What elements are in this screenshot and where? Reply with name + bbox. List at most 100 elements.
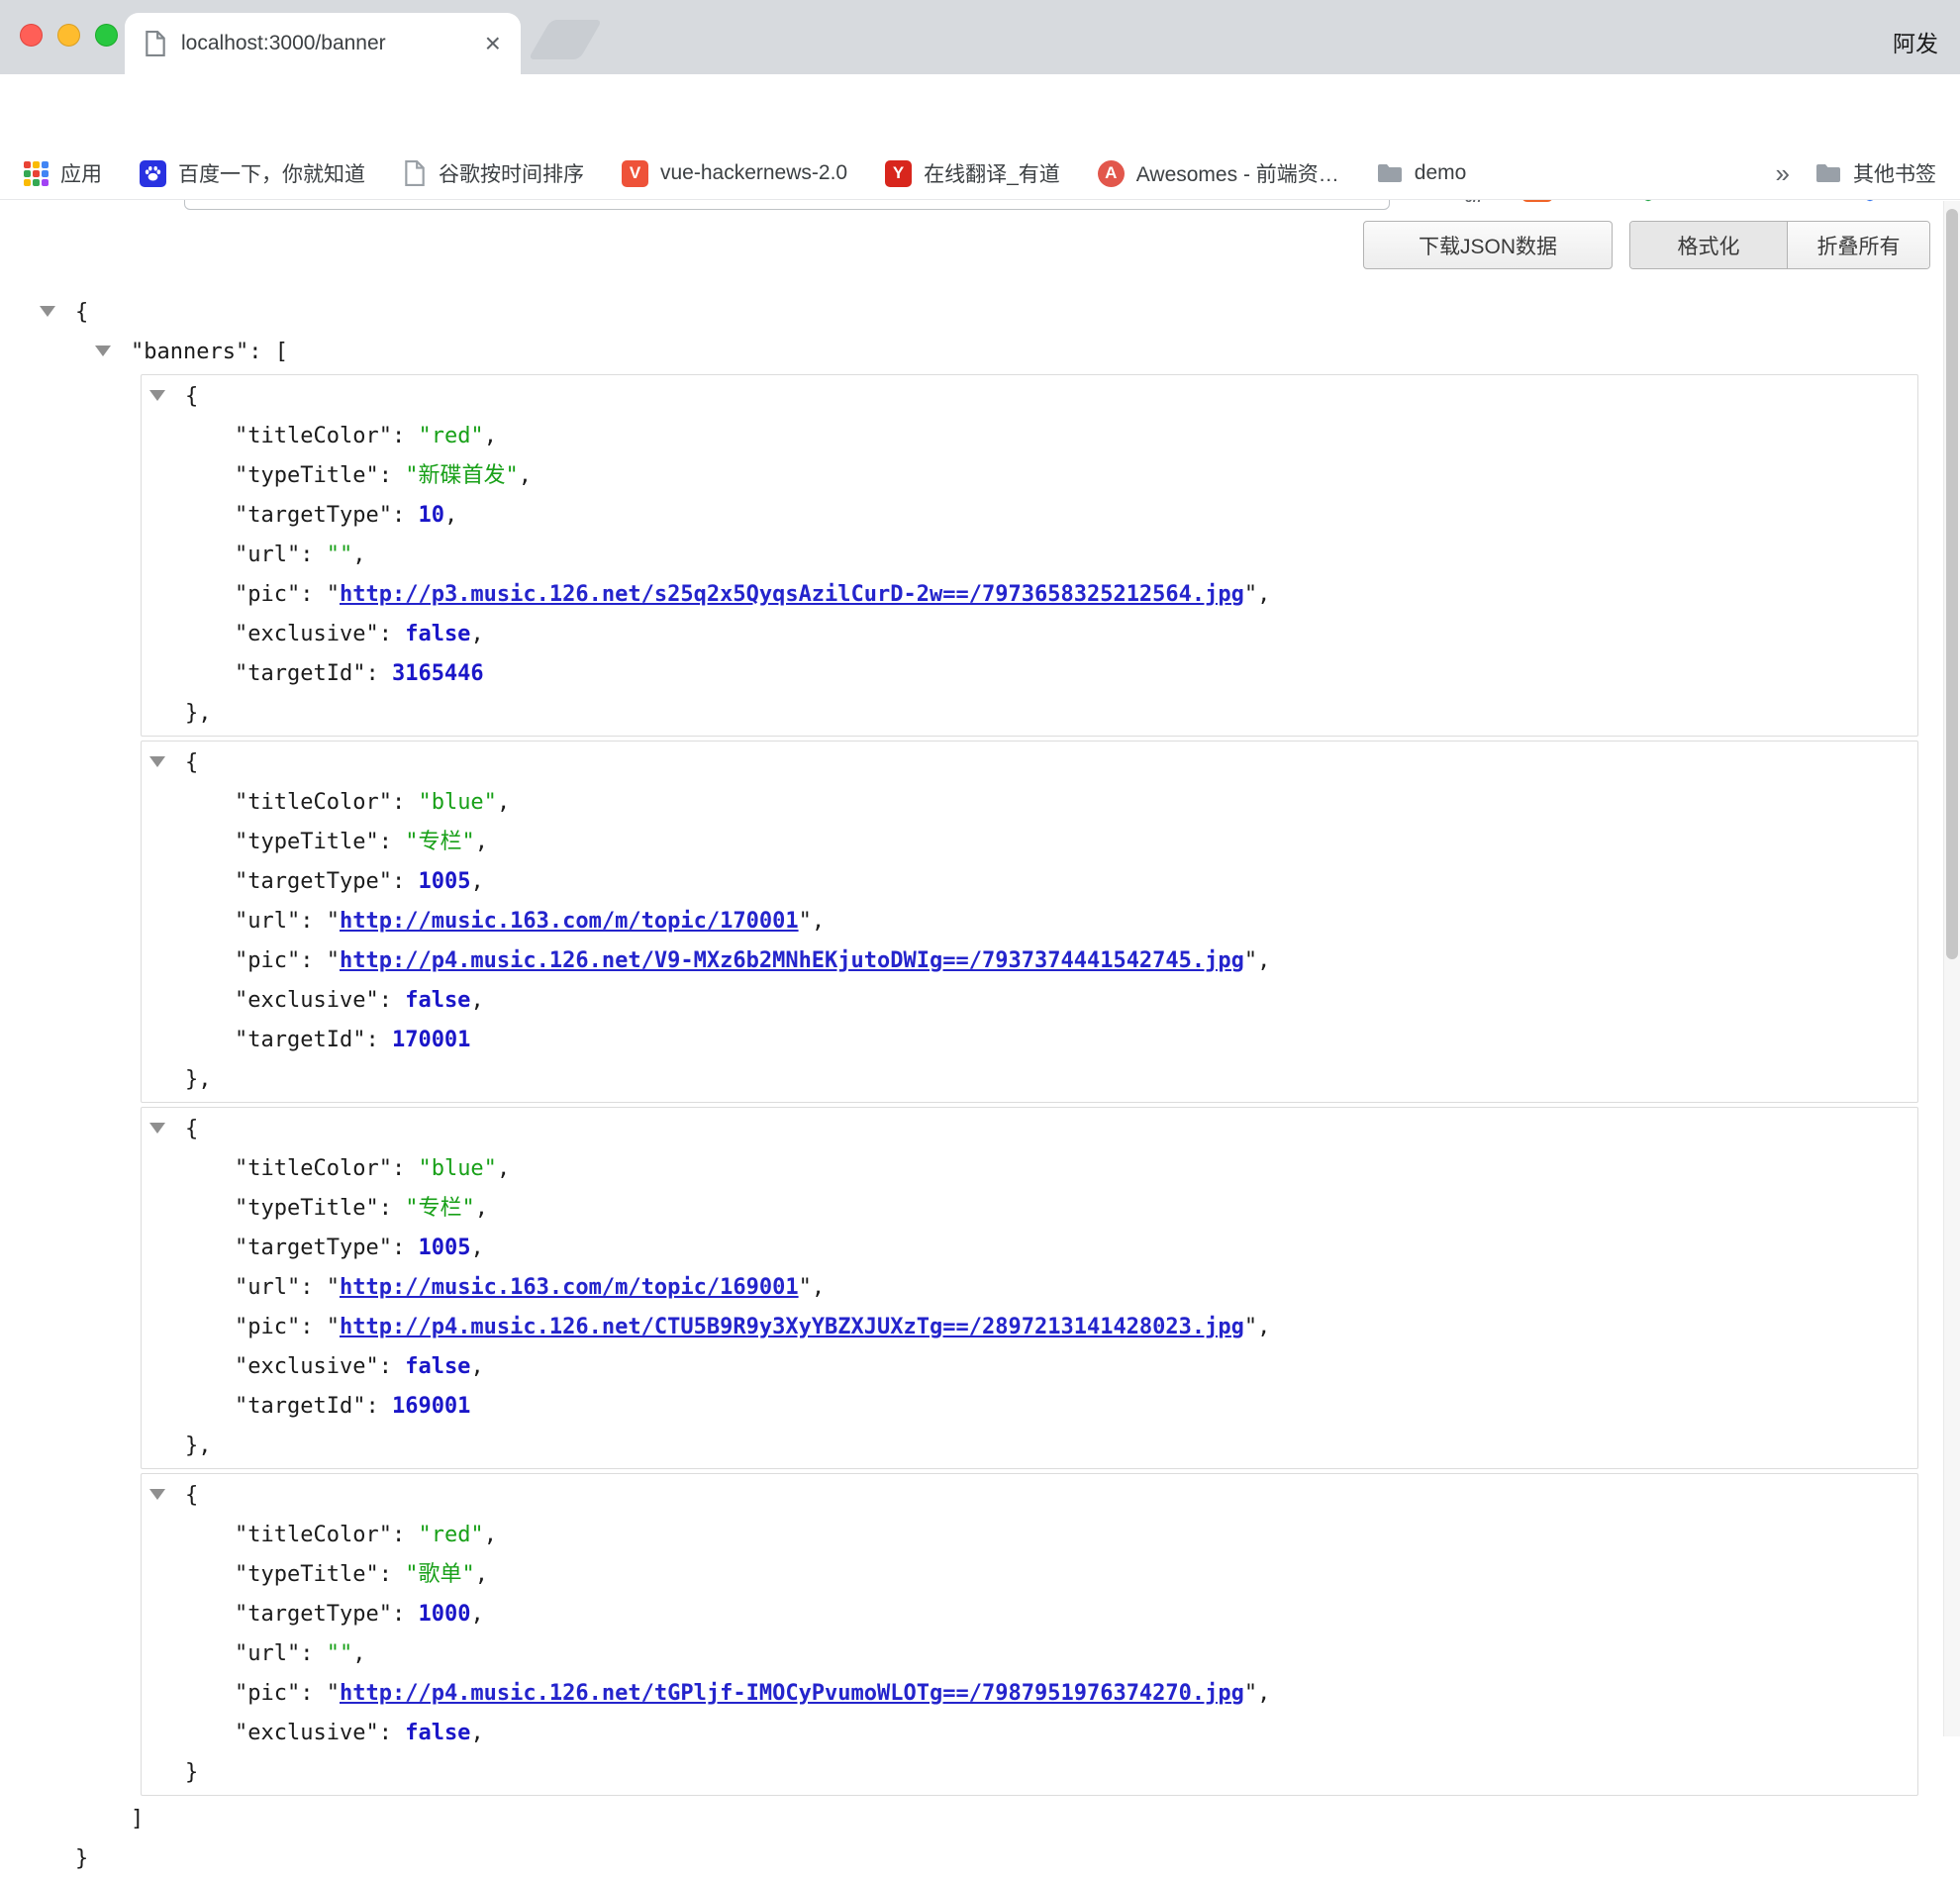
json-root-close-row: } <box>0 1839 1940 1879</box>
json-boolean-value: false <box>405 622 470 646</box>
profile-name: 阿发 <box>1893 25 1938 58</box>
fullscreen-window-button[interactable] <box>95 24 118 47</box>
json-url-link[interactable]: http://music.163.com/m/topic/169001 <box>340 1275 799 1300</box>
json-object-close-row: }, <box>142 1060 1917 1100</box>
json-property-row: "exclusive": false, <box>142 1714 1917 1753</box>
json-number-value: 1005 <box>418 1236 470 1260</box>
collapse-all-button[interactable]: 折叠所有 <box>1788 222 1929 268</box>
bookmark-label: Awesomes - 前端资… <box>1136 158 1339 188</box>
json-property-row: "titleColor": "blue", <box>142 1149 1917 1189</box>
json-object-box: {"titleColor": "blue","typeTitle": "专栏",… <box>141 1107 1918 1469</box>
browser-tab[interactable]: localhost:3000/banner × <box>125 13 521 74</box>
bookmark-item[interactable]: demo <box>1377 161 1467 185</box>
bookmark-label: vue-hackernews-2.0 <box>660 161 847 185</box>
json-string-value: "" <box>327 1641 353 1666</box>
apps-label: 应用 <box>60 158 102 188</box>
json-property-row: "pic": "http://p3.music.126.net/s25q2x5Q… <box>142 575 1917 615</box>
json-boolean-value: false <box>405 1721 470 1745</box>
json-number-value: 170001 <box>392 1028 470 1052</box>
bookmark-label: demo <box>1415 161 1467 185</box>
json-property-row: "url": "http://music.163.com/m/topic/169… <box>142 1268 1917 1308</box>
json-url-link[interactable]: http://p4.music.126.net/CTU5B9R9y3XyYBZX… <box>340 1315 1244 1339</box>
json-property-row: "titleColor": "red", <box>142 1516 1917 1555</box>
download-json-button[interactable]: 下载JSON数据 <box>1363 221 1613 269</box>
json-string-value: "red" <box>418 1523 483 1547</box>
json-number-value: 169001 <box>392 1394 470 1419</box>
json-url-link[interactable]: http://music.163.com/m/topic/170001 <box>340 909 799 934</box>
json-string-value: "blue" <box>418 790 496 815</box>
json-object-box: {"titleColor": "red","typeTitle": "新碟首发"… <box>141 374 1918 737</box>
json-property-row: "typeTitle": "专栏", <box>142 823 1917 862</box>
json-object-close-row: } <box>142 1753 1917 1793</box>
collapse-triangle-icon[interactable] <box>149 1489 165 1500</box>
address-toolbar: localhost:3000/banner 英enFE <box>0 74 1960 148</box>
json-property-row: "typeTitle": "歌单", <box>142 1555 1917 1595</box>
json-property-row: "pic": "http://p4.music.126.net/CTU5B9R9… <box>142 1308 1917 1347</box>
baidu-icon <box>140 160 166 187</box>
json-property-row: "targetType": 1005, <box>142 1229 1917 1268</box>
json-url-link[interactable]: http://p4.music.126.net/V9-MXz6b2MNhEKju… <box>340 948 1244 973</box>
bookmarks-apps-button[interactable]: 应用 <box>24 158 102 188</box>
collapse-triangle-icon[interactable] <box>40 306 55 317</box>
json-property-row: "exclusive": false, <box>142 615 1917 654</box>
collapse-triangle-icon[interactable] <box>95 346 111 356</box>
json-object-close-row: }, <box>142 694 1917 734</box>
bookmark-item[interactable]: Y在线翻译_有道 <box>885 158 1060 188</box>
folder-icon <box>1377 162 1403 184</box>
collapse-triangle-icon[interactable] <box>149 390 165 401</box>
format-button-group: 格式化 折叠所有 <box>1629 221 1930 269</box>
json-number-value: 3165446 <box>392 661 484 686</box>
json-string-value: "歌单" <box>405 1562 475 1587</box>
json-string-value: "red" <box>418 424 483 448</box>
tab-title: localhost:3000/banner <box>181 32 470 55</box>
bookmark-item[interactable]: AAwesomes - 前端资… <box>1098 158 1339 188</box>
close-window-button[interactable] <box>20 24 43 47</box>
json-url-link[interactable]: http://p3.music.126.net/s25q2x5QyqsAzilC… <box>340 582 1244 607</box>
page-favicon <box>145 31 166 56</box>
other-bookmarks-button[interactable]: 其他书签 <box>1815 158 1936 188</box>
json-number-value: 1005 <box>418 869 470 894</box>
bookmarks-overflow-chevron[interactable]: » <box>1776 158 1790 189</box>
bookmark-item[interactable]: 谷歌按时间排序 <box>403 158 584 188</box>
minimize-window-button[interactable] <box>57 24 80 47</box>
json-property-row: "url": "http://music.163.com/m/topic/170… <box>142 902 1917 941</box>
bookmarks-bar: 应用 百度一下，你就知道 谷歌按时间排序 Vvue-hackernews-2.0 Y在… <box>0 148 1960 200</box>
json-object-box: {"titleColor": "red","typeTitle": "歌单","… <box>141 1473 1918 1796</box>
format-button[interactable]: 格式化 <box>1630 222 1788 268</box>
json-url-link[interactable]: http://p4.music.126.net/tGPljf-IMOCyPvum… <box>340 1681 1244 1706</box>
tab-close-icon[interactable]: × <box>485 30 501 57</box>
bookmark-item[interactable]: 百度一下，你就知道 <box>140 158 365 188</box>
collapse-triangle-icon[interactable] <box>149 1123 165 1134</box>
json-property-row: "titleColor": "red", <box>142 417 1917 456</box>
json-property-row: "targetId": 170001 <box>142 1021 1917 1060</box>
page-icon <box>403 160 427 186</box>
json-viewer: {"banners": [{"titleColor": "red","typeT… <box>0 293 1940 1879</box>
bookmark-item[interactable]: Vvue-hackernews-2.0 <box>622 160 847 187</box>
vertical-scrollbar[interactable] <box>1943 201 1960 1736</box>
json-number-value: 10 <box>418 503 444 528</box>
json-property-row: "exclusive": false, <box>142 1347 1917 1387</box>
new-tab-button[interactable] <box>528 20 602 59</box>
youdao-icon: Y <box>885 160 912 187</box>
collapse-triangle-icon[interactable] <box>149 756 165 767</box>
json-object-box: {"titleColor": "blue","typeTitle": "专栏",… <box>141 741 1918 1103</box>
json-object-open-row: { <box>142 743 1917 783</box>
apps-grid-icon <box>24 161 49 186</box>
json-object-open-row: { <box>142 1110 1917 1149</box>
json-property-row: "url": "", <box>142 536 1917 575</box>
scrollbar-thumb[interactable] <box>1946 209 1958 959</box>
json-string-value: "blue" <box>418 1156 496 1181</box>
json-property-row: "typeTitle": "新碟首发", <box>142 456 1917 496</box>
json-object-open-row: { <box>142 377 1917 417</box>
json-array-close-row: ] <box>0 1800 1940 1839</box>
json-boolean-value: false <box>405 988 470 1013</box>
json-property-row: "targetType": 10, <box>142 496 1917 536</box>
json-property-row: "targetType": 1000, <box>142 1595 1917 1634</box>
json-property-row: "exclusive": false, <box>142 981 1917 1021</box>
json-object-close-row: }, <box>142 1427 1917 1466</box>
json-property-row: "targetId": 3165446 <box>142 654 1917 694</box>
json-banners-key-row: "banners": [ <box>0 333 1940 372</box>
vue-icon: V <box>622 160 648 187</box>
other-bookmarks-label: 其他书签 <box>1853 158 1936 188</box>
json-root-open-row: { <box>0 293 1940 333</box>
